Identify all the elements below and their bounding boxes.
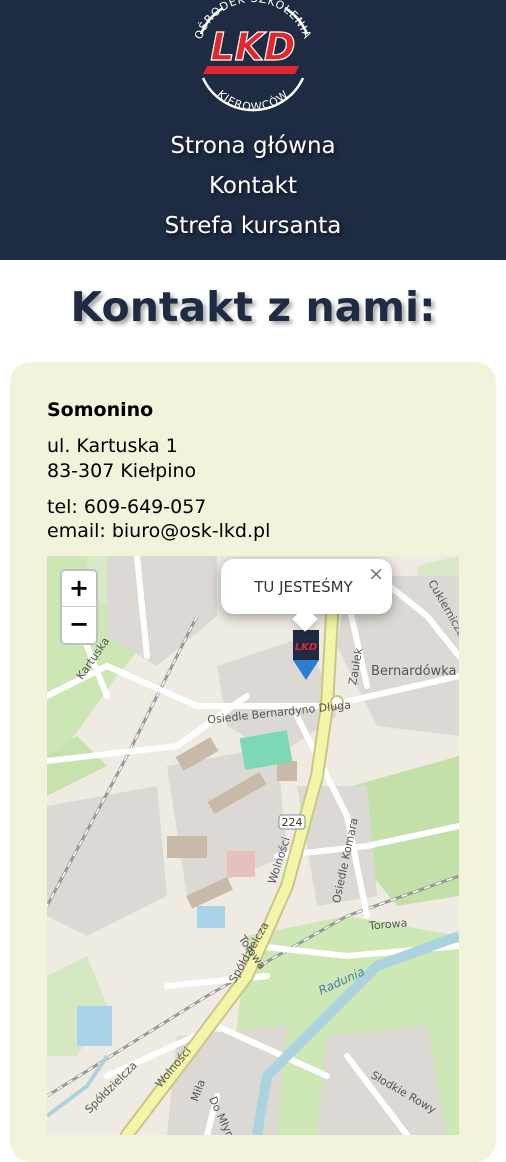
phone-number[interactable]: tel: 609-649-057	[47, 496, 206, 518]
nav-contact[interactable]: Kontakt	[0, 166, 506, 206]
zoom-control: + −	[60, 569, 98, 645]
logo-brand-text: LKD	[210, 25, 295, 69]
nav-student-zone[interactable]: Strefa kursanta	[0, 206, 506, 246]
marker-brand-text: LKD	[295, 642, 317, 653]
site-header: OŚRODEK SZKOLENIA KIEROWCÓW LKD Strona g…	[0, 0, 506, 260]
logo-bottom-text: KIEROWCÓW	[215, 87, 291, 113]
zoom-in-button[interactable]: +	[62, 571, 96, 607]
main-nav: Strona główna Kontakt Strefa kursanta	[0, 126, 506, 246]
address-postcode: 83-307 Kiełpino	[47, 460, 197, 482]
svg-text:KIEROWCÓW: KIEROWCÓW	[215, 87, 292, 113]
road-number-label: 224	[282, 816, 303, 829]
close-icon[interactable]: ×	[368, 563, 384, 585]
page-title: Kontakt z nami:	[70, 283, 436, 331]
map-label-bernardowka: Bernardówka	[371, 664, 457, 679]
osk-lkd-logo[interactable]: OŚRODEK SZKOLENIA KIEROWCÓW LKD	[177, 0, 329, 126]
city-name: Somonino	[47, 399, 154, 421]
popup-text: TU JESTEŚMY	[254, 578, 353, 596]
zoom-out-button[interactable]: −	[62, 607, 96, 642]
location-map[interactable]: 224 LKD Kartuska Bernardówka Osiedle Ber…	[47, 556, 459, 1135]
address-street: ul. Kartuska 1	[47, 435, 178, 457]
email-address[interactable]: email: biuro@osk-lkd.pl	[47, 520, 270, 542]
location-popup: TU JESTEŚMY ×	[221, 559, 392, 632]
nav-home[interactable]: Strona główna	[0, 126, 506, 166]
